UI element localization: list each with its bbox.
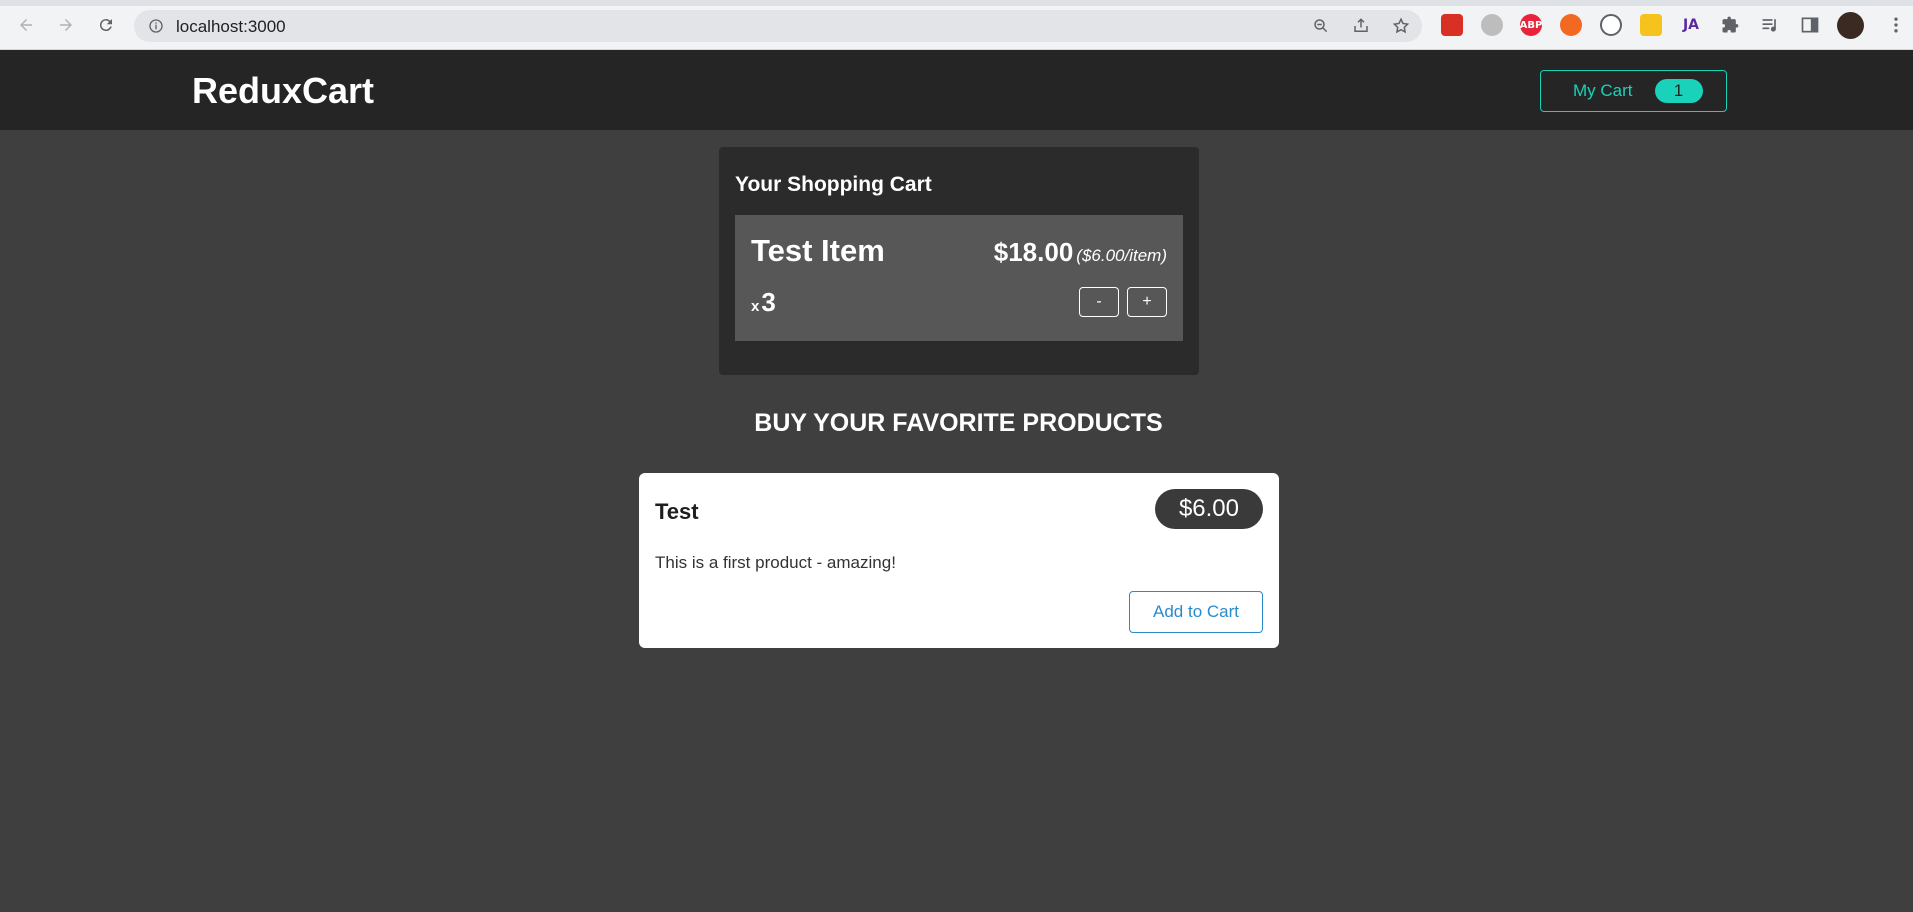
- app-header: ReduxCart My Cart 1: [0, 50, 1913, 130]
- profile-avatar[interactable]: [1837, 12, 1864, 39]
- face-extension-icon[interactable]: [1481, 14, 1503, 36]
- zoom-icon[interactable]: [1312, 17, 1330, 35]
- star-icon[interactable]: [1392, 17, 1410, 35]
- cart-item-quantity: x3: [751, 287, 776, 318]
- reload-icon: [99, 19, 112, 32]
- share-icon[interactable]: [1352, 17, 1370, 35]
- red-extension-icon[interactable]: [1441, 14, 1463, 36]
- cart-item-name: Test Item: [751, 233, 885, 268]
- quantity-prefix: x: [751, 298, 760, 315]
- add-to-cart-button[interactable]: Add to Cart: [1129, 591, 1263, 633]
- arrow-right-icon: [60, 19, 72, 31]
- info-icon[interactable]: [148, 18, 164, 34]
- quantity-value: 3: [761, 287, 776, 317]
- code-extension-icon[interactable]: [1600, 14, 1622, 36]
- arrow-left-icon: [20, 19, 32, 31]
- my-cart-button[interactable]: My Cart 1: [1540, 70, 1727, 112]
- cart-item: Test Item $18.00 ($6.00/item) x3 - +: [735, 215, 1183, 341]
- product-price-badge: $6.00: [1154, 489, 1263, 529]
- shopping-cart-panel: Your Shopping Cart Test Item $18.00 ($6.0…: [719, 147, 1199, 375]
- puzzle-icon[interactable]: [1720, 15, 1740, 35]
- decrement-button[interactable]: -: [1079, 287, 1119, 317]
- cart-button-label: My Cart: [1573, 81, 1633, 100]
- ja-extension-icon[interactable]: JA: [1680, 14, 1702, 36]
- media-queue-icon[interactable]: [1760, 15, 1780, 35]
- menu-dots-icon[interactable]: [1886, 15, 1906, 35]
- url-text[interactable]: localhost:3000: [176, 17, 286, 37]
- brand-title: ReduxCart: [192, 70, 375, 111]
- product-title: Test: [655, 499, 699, 524]
- product-card: Test $6.00 This is a first product - ama…: [639, 473, 1279, 648]
- cart-count-badge: 1: [1654, 79, 1703, 103]
- back-button[interactable]: [12, 11, 40, 39]
- cart-item-price: $18.00 ($6.00/item): [994, 237, 1167, 268]
- browser-toolbar: localhost:3000 ABP JA: [0, 0, 1913, 50]
- highlighter-extension-icon[interactable]: [1640, 14, 1662, 36]
- side-panel-icon[interactable]: [1800, 15, 1820, 35]
- cart-item-unit-price: ($6.00/item): [1076, 246, 1167, 265]
- reload-button[interactable]: [92, 11, 120, 39]
- orange-extension-icon[interactable]: [1560, 14, 1582, 36]
- tab-strip: [0, 0, 1913, 6]
- increment-button[interactable]: +: [1127, 287, 1167, 317]
- adblock-extension-icon[interactable]: ABP: [1520, 14, 1542, 36]
- products-heading: BUY YOUR FAVORITE PRODUCTS: [754, 409, 1163, 437]
- forward-button[interactable]: [52, 11, 80, 39]
- product-description: This is a first product - amazing!: [655, 553, 896, 572]
- cart-item-total: $18.00: [993, 237, 1074, 267]
- cart-title: Your Shopping Cart: [735, 173, 932, 196]
- address-bar[interactable]: localhost:3000: [134, 10, 1422, 42]
